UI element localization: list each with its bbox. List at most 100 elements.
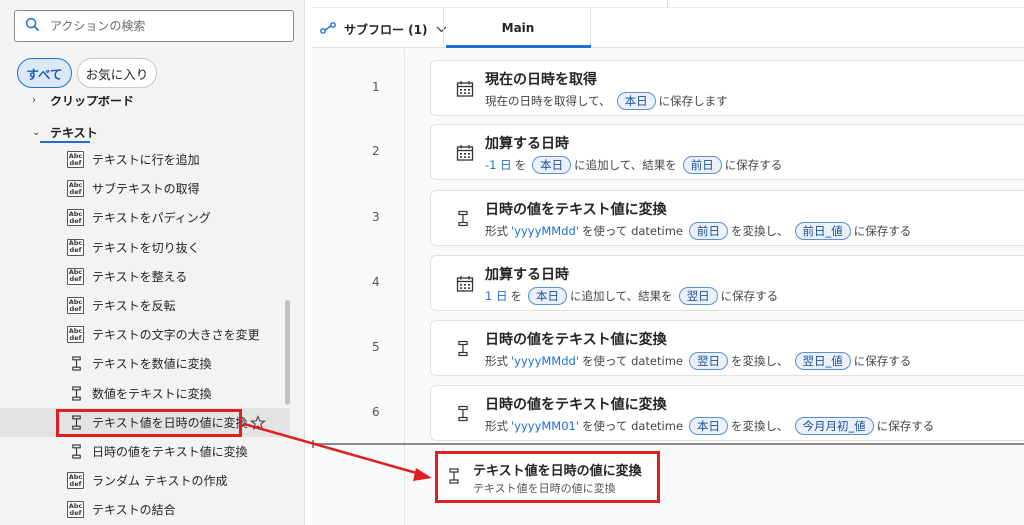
search-box[interactable] [14, 10, 294, 42]
line-number: 5 [372, 340, 380, 354]
description-text: に追加して、結果を [569, 289, 673, 303]
flow-step-card[interactable]: 現在の日時を取得 現在の日時を取得して、 本日 に保存します [430, 60, 1024, 116]
tree-action-label: 日時の値をテキスト値に変換 [92, 445, 248, 459]
tree-action-item[interactable]: Abc def テキストを切り抜く [0, 233, 290, 262]
abc-def-icon: Abc def [67, 472, 84, 490]
convert-icon [67, 384, 85, 402]
tree-action-label: テキストを反転 [92, 299, 176, 313]
tab-divider [443, 8, 444, 48]
abc-def-icon: Abc def [67, 267, 84, 285]
variable-token[interactable]: 翌日 [678, 287, 718, 305]
convert-icon [447, 468, 461, 484]
description-text: を変換し、 [731, 224, 789, 238]
tab-bar: サブフロー (1) Main [312, 8, 1024, 48]
tree-action-item[interactable]: Abc def テキストに行を追加 [0, 145, 290, 174]
line-number: 6 [372, 405, 380, 419]
description-text: 形式 [485, 354, 508, 368]
variable-token[interactable]: 今月月初_値 [794, 417, 874, 435]
tree-action-label: テキストを整える [92, 269, 188, 284]
tree-action-item[interactable]: Abc def テキストの結合 [0, 495, 290, 524]
line-number: 3 [372, 210, 380, 224]
tree-action-item[interactable]: Abc def サブテキストの取得 [0, 174, 290, 203]
flow-designer: サブフロー (1) Main 1 現在の日時を取得 現在の日時を取得して、 本日 に保存… [312, 0, 1024, 525]
tree-action-item[interactable]: Abc def ランダム テキストの作成 [0, 466, 290, 495]
description-text: を使って datetime [582, 354, 683, 368]
literal-value: 'yyyyMMdd' [511, 354, 579, 368]
literal-value: 'yyyyMMdd' [511, 224, 579, 238]
variable-token[interactable]: 前日 [682, 156, 722, 174]
description-text: に保存する [853, 224, 912, 238]
subflows-button[interactable]: サブフロー (1) [320, 16, 455, 42]
description-text: を [514, 158, 527, 172]
flow-step-description: 形式'yyyyMMdd' を使って datetime 前日 を変換し、 前日_値 に保存す… [485, 222, 914, 240]
description-text: を [510, 289, 522, 303]
tree-action-label: ランダム テキストの作成 [92, 474, 228, 489]
variable-token[interactable]: 翌日_値 [794, 352, 851, 370]
line-number: 4 [372, 275, 380, 289]
flow-step-title: 日時の値をテキスト値に変換 [485, 332, 667, 348]
tree-action-label: テキストに行を追加 [92, 153, 200, 167]
flow-step-description: 形式'yyyyMMdd' を使って datetime 翌日 を変換し、 翌日_値 に保存す… [485, 352, 914, 370]
description-text: に保存します [658, 94, 728, 108]
star-icon[interactable] [249, 415, 267, 431]
flow-step-card[interactable]: 加算する日時 -1 日を本日 に追加して、結果を 前日 に保存する [430, 124, 1024, 180]
filter-all-button[interactable]: すべて [17, 58, 72, 88]
scrollbar-thumb[interactable] [285, 300, 290, 405]
actions-tree: › クリップボード ⌄ テキスト Abc def テキストに行を追加 Abc def サブ… [0, 96, 290, 525]
description-text: に保存する [853, 354, 912, 368]
flow-step-description: 1 日を本日 に追加して、結果を 翌日 に保存する [485, 287, 781, 305]
drop-indicator [312, 443, 1024, 445]
search-input[interactable] [50, 19, 270, 33]
tree-action-item[interactable]: Abc def テキストの文字の大きさを変更 [0, 320, 290, 349]
tree-action-item[interactable]: Abc def テキストをパディング [0, 203, 290, 232]
flow-step-title: 日時の値をテキスト値に変換 [485, 202, 667, 218]
flow-step-title: 日時の値をテキスト値に変換 [485, 397, 667, 413]
variable-token[interactable]: 本日 [616, 92, 656, 110]
variable-token[interactable]: 翌日 [689, 352, 728, 370]
subflows-label: サブフロー (1) [344, 22, 428, 37]
variable-token[interactable]: 本日 [527, 287, 567, 305]
description-text: に保存する [876, 419, 935, 433]
abc-def-icon: Abc def [67, 180, 84, 198]
tree-action-label: テキストの文字の大きさを変更 [92, 328, 260, 343]
tab-active-indicator [446, 45, 591, 48]
tree-action-item[interactable]: 日時の値をテキスト値に変換 [0, 437, 290, 466]
chevron-down-icon: ⌄ [32, 127, 41, 138]
tree-action-item[interactable]: Abc def テキストを反転 [0, 291, 290, 320]
filter-favorites-button[interactable]: お気に入り [77, 58, 157, 88]
description-text: を変換し、 [731, 419, 789, 433]
tree-action-label: テキストの結合 [92, 503, 176, 518]
drag-preview-card: テキスト値を日時の値に変換 テキスト値を日時の値に変換 [435, 451, 660, 503]
flow-step-card[interactable]: 日時の値をテキスト値に変換形式'yyyyMMdd' を使って datetime 前日… [430, 190, 1024, 246]
tree-action-item[interactable]: Abc def テキストを整える [0, 262, 290, 291]
variable-token[interactable]: 本日 [689, 417, 729, 435]
line-number: 2 [372, 144, 380, 158]
description-text: を変換し、 [731, 354, 789, 368]
abc-def-icon: Abc def [67, 326, 84, 344]
actions-pane: すべて お気に入り › クリップボード ⌄ テキスト Abcdef テキストに行を… [0, 0, 305, 525]
variable-token[interactable]: 前日_値 [794, 222, 851, 240]
flow-step-card[interactable]: 日時の値をテキスト値に変換 形式'yyyyMMdd' を使って datetime 翌日… [430, 320, 1024, 376]
top-edge [312, 0, 1024, 8]
tree-group-label: テキスト [50, 126, 98, 140]
tree-group-label: クリップボード [50, 96, 135, 108]
tab-main[interactable]: Main [446, 8, 591, 48]
flow-step-card[interactable]: 日時の値をテキスト値に変換形式'yyyyMM01' を使って datetime 本日… [430, 385, 1024, 441]
flow-step-card[interactable]: 加算する日時 1 日を本日 に追加して、結果を 翌日 に保存する [430, 255, 1024, 311]
variable-token[interactable]: 本日 [532, 156, 572, 174]
tree-action-label: テキストを数値に変換 [92, 357, 212, 372]
tree-action-item[interactable]: 数値をテキストに変換 [0, 379, 290, 408]
chevron-right-icon: › [32, 96, 36, 106]
variable-token[interactable]: 前日 [689, 222, 728, 240]
group-underline [40, 141, 90, 143]
line-number: 1 [372, 80, 380, 94]
literal-value: 1 日 [485, 289, 508, 303]
tree-group-clipboard[interactable]: › クリップボード [0, 96, 290, 115]
tree-action-item[interactable]: テキストを数値に変換 [0, 349, 290, 378]
literal-value: -1 日 [485, 158, 512, 172]
tree-action-label: 数値をテキストに変換 [92, 386, 212, 401]
calendar-icon [456, 144, 474, 162]
convert-icon [456, 210, 474, 228]
flow-step-description: 形式'yyyyMM01' を使って datetime 本日 を変換し、 今月月初_値 に保… [485, 417, 937, 435]
abc-def-icon: Abc def [67, 209, 84, 227]
